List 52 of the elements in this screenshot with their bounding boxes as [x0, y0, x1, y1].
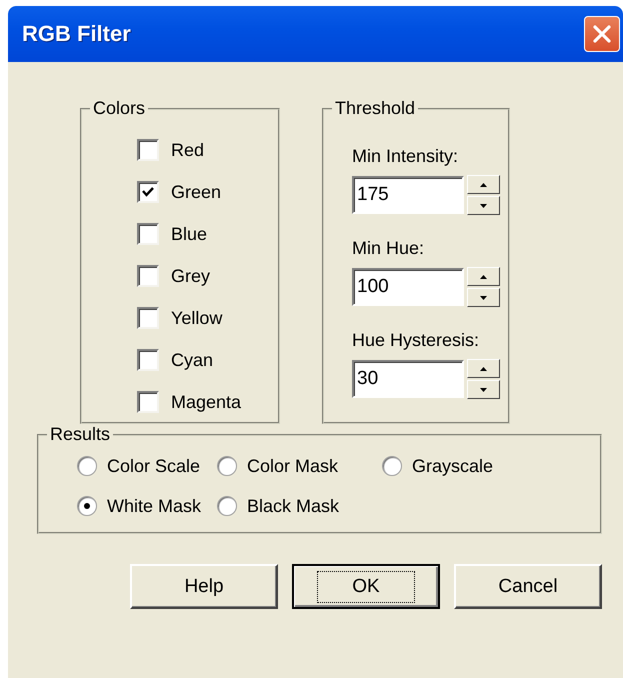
field-label: Min Intensity: — [352, 145, 460, 167]
close-icon — [591, 23, 613, 45]
checkbox[interactable] — [137, 307, 159, 329]
number-field[interactable]: 100 — [352, 268, 464, 306]
down-arrow-icon — [480, 296, 487, 300]
spin-down-button[interactable] — [467, 380, 500, 399]
spin-down-button[interactable] — [467, 196, 500, 215]
checkbox[interactable] — [137, 349, 159, 371]
checkbox[interactable] — [137, 223, 159, 245]
radio-label: Color Scale — [107, 456, 200, 476]
spin-up-button[interactable] — [467, 175, 500, 194]
group-label: Results — [49, 424, 112, 445]
down-arrow-icon — [480, 204, 487, 208]
radio-label: Grayscale — [412, 456, 494, 476]
checkbox[interactable] — [137, 181, 159, 203]
checkbox-label: Magenta — [171, 391, 242, 413]
group-label: Threshold — [334, 98, 416, 119]
field-label: Min Hue: — [352, 237, 426, 259]
radio-label: Black Mask — [247, 496, 340, 516]
field-label: Hue Hysteresis: — [352, 329, 480, 351]
radio-label: Color Mask — [247, 456, 338, 476]
checkbox-label: Green — [171, 181, 222, 203]
checkbox[interactable] — [137, 139, 159, 161]
checkbox-label: Red — [171, 139, 204, 161]
ok-button[interactable]: OK — [292, 564, 440, 609]
up-arrow-icon — [480, 182, 487, 186]
check-icon — [142, 186, 154, 198]
number-field[interactable]: 175 — [352, 176, 464, 214]
spin-up-button[interactable] — [467, 267, 500, 286]
radio-button[interactable] — [382, 456, 402, 476]
spin-down-button[interactable] — [467, 288, 500, 307]
radio-button[interactable] — [77, 456, 97, 476]
checkbox-label: Cyan — [171, 349, 214, 371]
radio-button[interactable] — [217, 496, 237, 516]
checkbox-label: Yellow — [171, 307, 222, 329]
radio-button[interactable] — [217, 456, 237, 476]
number-field[interactable]: 30 — [352, 360, 464, 398]
up-arrow-icon — [480, 366, 487, 370]
up-arrow-icon — [480, 274, 487, 278]
down-arrow-icon — [480, 388, 487, 392]
cancel-button[interactable]: Cancel — [454, 564, 602, 609]
checkbox[interactable] — [137, 391, 159, 413]
group-label: Colors — [92, 98, 146, 119]
checkbox[interactable] — [137, 265, 159, 287]
radio-label: White Mask — [107, 496, 202, 516]
window-title: RGB Filter — [22, 21, 131, 47]
spin-up-button[interactable] — [467, 359, 500, 378]
checkbox-label: Blue — [171, 223, 208, 245]
checkbox-label: Grey — [171, 265, 210, 287]
close-button[interactable] — [584, 16, 620, 52]
radio-button[interactable] — [77, 496, 97, 516]
help-button[interactable]: Help — [130, 564, 278, 609]
